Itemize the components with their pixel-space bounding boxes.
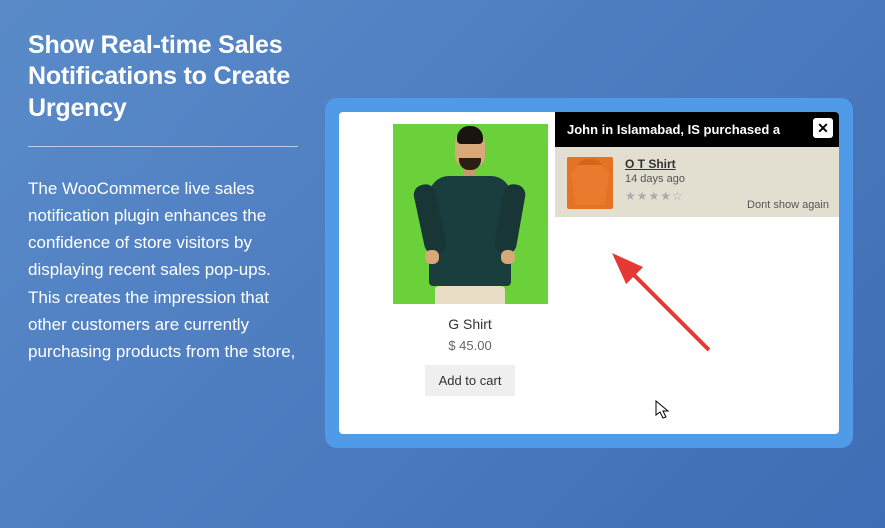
notification-time: 14 days ago (625, 173, 827, 185)
divider (28, 146, 298, 147)
product-model-illustration (405, 130, 535, 304)
preview-inner: G Shirt $ 45.00 Add to cart John in Isla… (339, 112, 839, 434)
add-to-cart-button[interactable]: Add to cart (425, 365, 516, 396)
notification-header: John in Islamabad, IS purchased a ✕ (555, 112, 839, 147)
notification-header-text: John in Islamabad, IS purchased a (567, 122, 780, 137)
product-title[interactable]: G Shirt (385, 316, 555, 332)
product-card: G Shirt $ 45.00 Add to cart (385, 124, 555, 396)
sales-notification: John in Islamabad, IS purchased a ✕ O T … (555, 112, 839, 217)
product-image[interactable] (393, 124, 548, 304)
notification-body: O T Shirt 14 days ago ★★★★☆ Dont show ag… (555, 147, 839, 217)
close-icon[interactable]: ✕ (813, 118, 833, 138)
product-price: $ 45.00 (385, 338, 555, 353)
body-copy: The WooCommerce live sales notification … (28, 175, 298, 365)
dont-show-again-link[interactable]: Dont show again (747, 199, 829, 211)
notification-product-title[interactable]: O T Shirt (625, 157, 827, 171)
preview-frame: G Shirt $ 45.00 Add to cart John in Isla… (325, 98, 853, 448)
page-title: Show Real-time Sales Notifications to Cr… (28, 30, 298, 124)
notification-product-thumb[interactable] (567, 157, 613, 209)
arrow-annotation-icon (611, 252, 731, 372)
cursor-icon (655, 400, 671, 420)
